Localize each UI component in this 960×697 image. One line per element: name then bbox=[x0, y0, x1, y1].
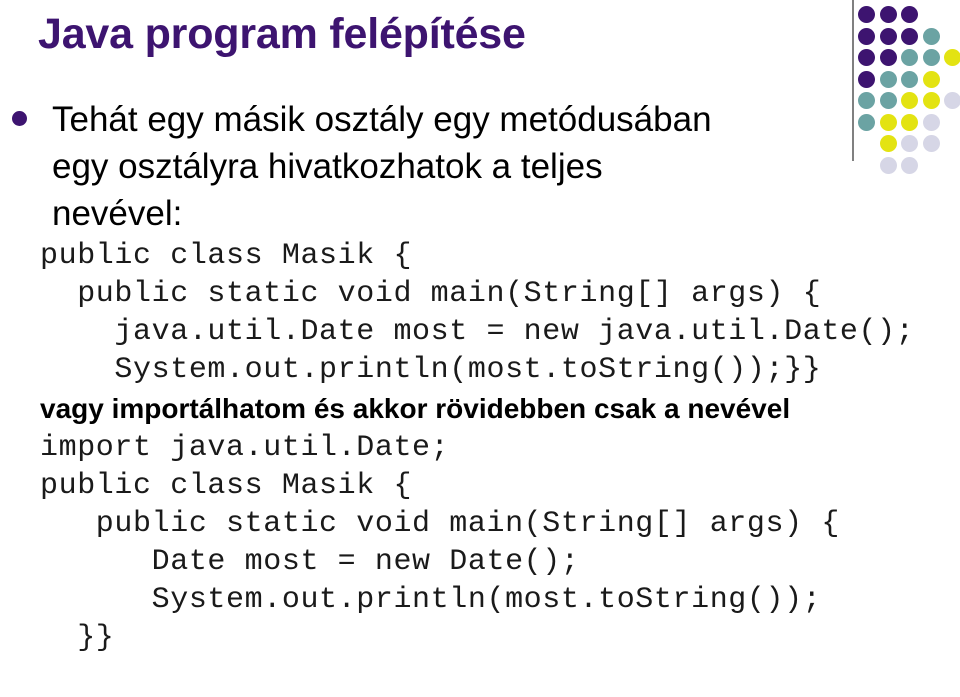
bullet-line-2: egy osztályra hivatkozhatok a teljes bbox=[52, 147, 603, 186]
decoration-dot bbox=[901, 27, 918, 45]
code-block-qualified-name: public class Masik { public static void … bbox=[0, 237, 960, 389]
note-text: vagy importálhatom és akkor rövidebben c… bbox=[40, 393, 791, 424]
bullet-dot-icon bbox=[12, 111, 27, 126]
decoration-dot bbox=[858, 49, 875, 66]
bullet-item: Tehát egy másik osztály egy metódusában … bbox=[0, 96, 960, 237]
code-line: public static void main(String[] args) { bbox=[40, 507, 840, 541]
decoration-dot bbox=[901, 49, 918, 66]
code-line: public class Masik { bbox=[40, 239, 413, 273]
bullet-line-3: nevével: bbox=[52, 194, 183, 233]
bullet-line-1: Tehát egy másik osztály egy metódusában bbox=[52, 100, 712, 139]
code-block-imported-name: import java.util.Date; public class Masi… bbox=[0, 429, 960, 657]
code-line: public static void main(String[] args) { bbox=[40, 277, 822, 311]
decoration-dot bbox=[922, 70, 940, 88]
code-line: public class Masik { bbox=[40, 469, 413, 503]
decoration-dot bbox=[901, 70, 918, 88]
decoration-dot bbox=[944, 49, 960, 66]
decoration-dot bbox=[858, 70, 875, 88]
code-line: java.util.Date most = new java.util.Date… bbox=[40, 315, 915, 349]
slide-canvas: Java program felépítése Tehát egy másik … bbox=[0, 0, 960, 697]
decoration-dot bbox=[879, 27, 897, 45]
decoration-dot bbox=[922, 27, 940, 45]
decoration-dot bbox=[879, 6, 897, 23]
code-line: System.out.println(most.toString());}} bbox=[40, 353, 822, 387]
decoration-dot bbox=[901, 6, 918, 23]
code-line: Date most = new Date(); bbox=[40, 545, 580, 579]
code-line: System.out.println(most.toString()); bbox=[40, 583, 822, 617]
decoration-dot bbox=[858, 27, 875, 45]
code-line: }} bbox=[40, 621, 115, 655]
decoration-dot bbox=[879, 49, 897, 66]
decoration-dot bbox=[922, 49, 940, 66]
decoration-dot bbox=[879, 70, 897, 88]
decoration-dot bbox=[858, 6, 875, 23]
slide-body: Tehát egy másik osztály egy metódusában … bbox=[0, 96, 960, 657]
code-line: import java.util.Date; bbox=[40, 431, 450, 465]
slide-title: Java program felépítése bbox=[38, 10, 526, 58]
